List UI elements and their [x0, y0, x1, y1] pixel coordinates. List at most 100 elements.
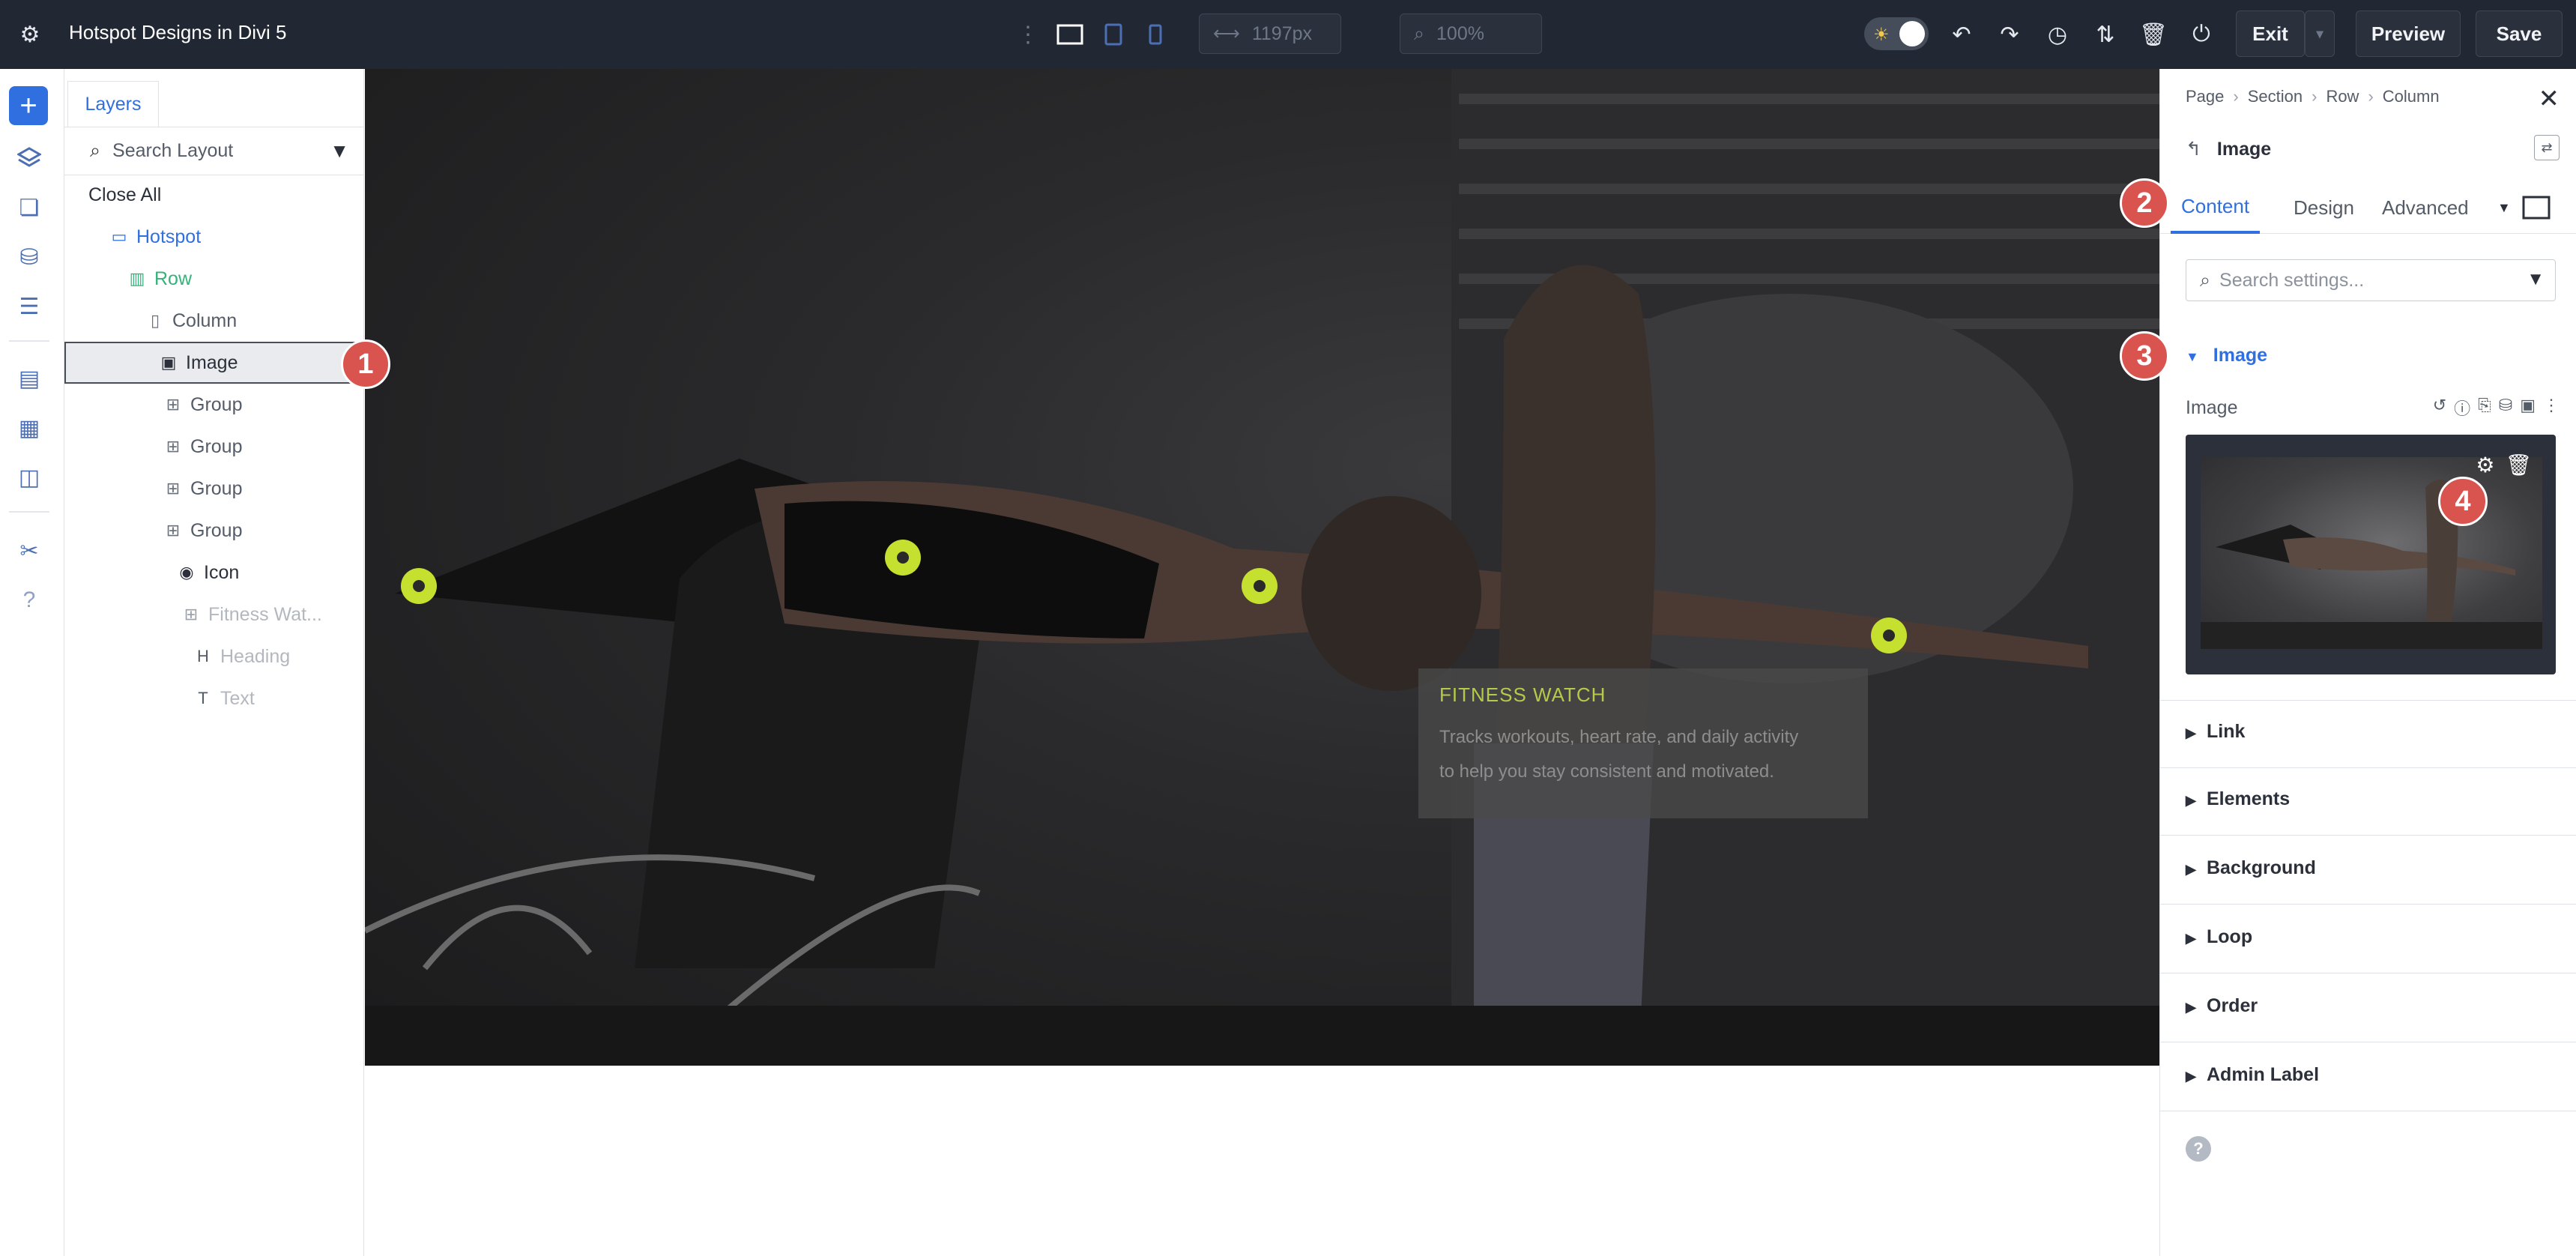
filter-icon[interactable]: ▼ [330, 139, 349, 163]
group-admin-label[interactable]: ▶ Admin Label [2186, 1064, 2319, 1086]
hotspot-marker[interactable] [1871, 618, 1907, 653]
thumbnail-illustration [2201, 480, 2542, 649]
back-arrow-icon[interactable]: ↰ [2186, 139, 2201, 160]
layer-column[interactable]: ▯ Column [64, 300, 364, 342]
breadcrumb-item[interactable]: Column [2383, 87, 2440, 106]
layout-list-icon[interactable]: ☰ [13, 291, 45, 322]
layer-label: Hotspot [136, 226, 202, 247]
database-icon[interactable]: ⛁ [13, 241, 45, 273]
tab-advanced[interactable]: Advanced [2374, 181, 2476, 234]
preview-button[interactable]: Preview [2356, 10, 2461, 57]
more-vertical-icon[interactable]: ⋮ [1010, 16, 1046, 52]
image-upload-field[interactable]: ⚙ 🗑 [2186, 435, 2556, 674]
zoom-field[interactable]: ⌕ 100% [1400, 13, 1542, 54]
desktop-view-icon[interactable] [1052, 16, 1088, 52]
close-icon[interactable]: ✕ [2539, 84, 2560, 114]
module-options-icon[interactable]: ⇄ [2534, 135, 2560, 160]
group-image-toggle[interactable]: ▼ Image [2186, 345, 2267, 366]
save-button[interactable]: Save [2476, 10, 2563, 57]
group-elements[interactable]: ▶ Elements [2186, 788, 2290, 810]
trash-icon[interactable]: 🗑 [2505, 453, 2532, 477]
caret-right-icon: ▶ [2186, 862, 2196, 877]
design-library-icon[interactable]: ❏ [13, 192, 45, 223]
layer-group[interactable]: ⊞ Group [64, 384, 364, 426]
layer-group[interactable]: ⊞ Group [64, 510, 364, 552]
group-label: Elements [2207, 788, 2291, 809]
group-link[interactable]: ▶ Link [2186, 721, 2245, 743]
step-badge: 2 [2120, 178, 2169, 228]
layer-text[interactable]: T Text [64, 677, 364, 719]
breadcrumb: Page › Section › Row › Column [2186, 87, 2440, 106]
canvas-width-field[interactable]: ⟷ 1197px [1199, 13, 1341, 54]
layer-fitness-watch[interactable]: ⊞ Fitness Wat... [64, 594, 364, 635]
power-icon[interactable]: ⏻ [2183, 16, 2219, 52]
phone-view-icon[interactable] [1137, 16, 1173, 52]
group-background[interactable]: ▶ Background [2186, 857, 2316, 879]
layer-image[interactable]: ▣ Image [64, 342, 364, 384]
dynamic-content-icon[interactable]: ⛁ [2499, 396, 2512, 420]
info-icon[interactable]: ⓘ [2454, 396, 2470, 420]
chevron-right-icon: › [2368, 87, 2374, 106]
divider [2160, 835, 2576, 836]
filter-icon[interactable]: ▼ [2527, 269, 2545, 290]
step-badge: 3 [2120, 331, 2169, 381]
chevron-down-icon[interactable]: ▼ [2497, 181, 2511, 234]
reset-icon[interactable]: ↺ [2433, 396, 2446, 420]
field-tools: ↺ ⓘ ⎘ ⛁ ▣ ⋮ [2433, 396, 2560, 420]
breadcrumb-item[interactable]: Section [2248, 87, 2303, 106]
group-icon: ⊞ [166, 521, 181, 540]
gear-icon[interactable]: ⚙ [12, 16, 48, 52]
close-all-link[interactable]: Close All [64, 174, 364, 216]
layers-icon[interactable] [13, 142, 45, 174]
builder-canvas[interactable]: FITNESS WATCH Tracks workouts, heart rat… [365, 69, 2159, 1256]
breadcrumb-item[interactable]: Row [2326, 87, 2359, 106]
settings-search-input[interactable]: ⌕ Search settings... ▼ [2186, 259, 2556, 301]
divider [2160, 700, 2576, 701]
redo-icon[interactable]: ↷ [1992, 16, 2028, 52]
toggle-knob [1899, 21, 1925, 46]
help-question-icon[interactable]: ? [13, 585, 45, 616]
history-icon[interactable]: ◷ [2040, 16, 2075, 52]
breadcrumb-item[interactable]: Page [2186, 87, 2224, 106]
add-module-button[interactable]: + [9, 86, 48, 125]
fitness-photo[interactable]: FITNESS WATCH Tracks workouts, heart rat… [365, 69, 2159, 1066]
layer-label: Text [220, 687, 255, 709]
undo-icon[interactable]: ↶ [1944, 16, 1980, 52]
hotspot-text-line: to help you stay consistent and motivate… [1439, 761, 1774, 782]
module-title-label: Image [2216, 139, 2272, 160]
search-icon: ⌕ [2200, 269, 2211, 291]
layer-group[interactable]: ⊞ Group [64, 426, 364, 468]
hotspot-marker[interactable] [1242, 568, 1278, 604]
square-view-icon[interactable] [2521, 181, 2551, 234]
layers-search[interactable]: ⌕ Search Layout ▼ [64, 127, 364, 175]
exit-dropdown-button[interactable]: ▾ [2305, 10, 2335, 57]
image-thumbnail [2201, 457, 2542, 649]
layers-tab[interactable]: Layers [67, 81, 159, 127]
hotspot-marker[interactable] [401, 568, 437, 604]
layer-heading[interactable]: H Heading [64, 635, 364, 677]
tab-design[interactable]: Design [2286, 181, 2362, 234]
gear-icon[interactable]: ⚙ [2476, 453, 2494, 477]
group-loop[interactable]: ▶ Loop [2186, 926, 2252, 948]
page-settings-icon[interactable]: ▤ [13, 363, 45, 394]
layer-group[interactable]: ⊞ Group [64, 468, 364, 510]
tools-icon[interactable]: ✂ [13, 535, 45, 567]
ai-icon[interactable]: ▣ [2520, 396, 2536, 420]
layer-icon-module[interactable]: ◉ Icon [64, 552, 364, 594]
layer-row[interactable]: ▥ Row [64, 258, 364, 300]
tab-content[interactable]: Content [2171, 181, 2261, 234]
copy-icon[interactable]: ⎘ [2478, 396, 2491, 420]
sort-icon[interactable]: ⇅ [2087, 16, 2123, 52]
more-vertical-icon[interactable]: ⋮ [2543, 396, 2560, 420]
hotspot-marker[interactable] [885, 540, 921, 576]
layer-hotspot[interactable]: ▭ Hotspot [64, 216, 364, 258]
chevron-right-icon: › [2312, 87, 2318, 106]
portability-icon[interactable]: ◫ [13, 462, 45, 493]
theme-builder-icon[interactable]: ▦ [13, 412, 45, 444]
exit-button[interactable]: Exit [2236, 10, 2305, 57]
theme-toggle[interactable]: ☀ [1864, 17, 1929, 50]
group-order[interactable]: ▶ Order [2186, 995, 2258, 1017]
trash-icon[interactable]: 🗑 [2135, 16, 2171, 52]
tablet-view-icon[interactable] [1095, 16, 1131, 52]
help-icon[interactable]: ? [2186, 1136, 2211, 1162]
